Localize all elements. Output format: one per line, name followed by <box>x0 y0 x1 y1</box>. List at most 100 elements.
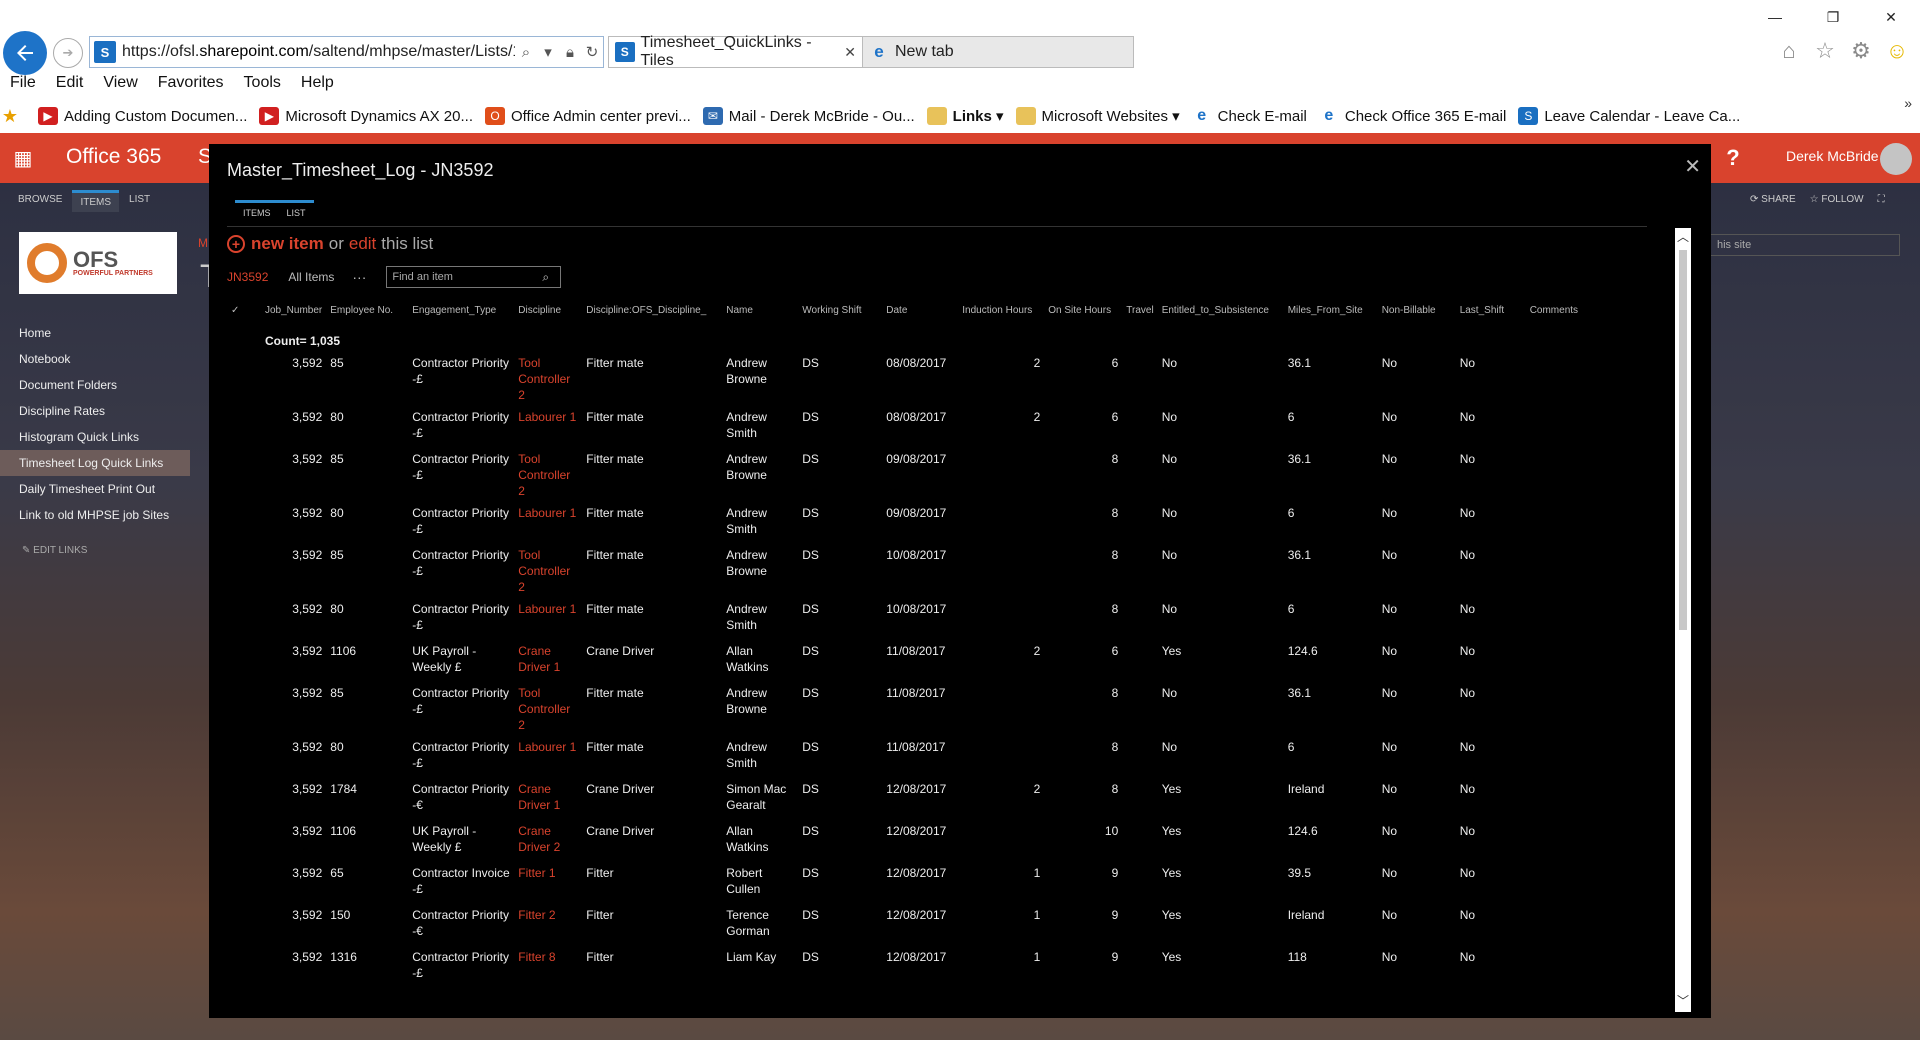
nav-notebook[interactable]: Notebook <box>0 346 190 372</box>
scroll-up-icon[interactable]: ︿ <box>1675 228 1691 248</box>
row-select-cell[interactable] <box>227 544 261 598</box>
column-header-working-shift[interactable]: Working Shift <box>798 290 882 330</box>
menu-favorites[interactable]: Favorites <box>148 74 234 96</box>
column-header-discipline[interactable]: Discipline <box>514 290 582 330</box>
cell-discipline[interactable]: Crane Driver 2 <box>514 820 582 862</box>
row-select-cell[interactable] <box>227 736 261 778</box>
search-icon[interactable]: ⌕ <box>515 44 537 61</box>
table-row[interactable]: 3,592 1106 UK Payroll - Weekly £ Crane Driv… <box>227 640 1586 682</box>
column-header-last-shift[interactable]: Last_Shift <box>1456 290 1526 330</box>
edit-links-button[interactable]: ✎ EDIT LINKS <box>22 545 87 556</box>
site-logo[interactable]: OFS POWERFUL PARTNERS <box>19 232 177 294</box>
fav-item[interactable]: ✉ Mail - Derek McBride - Ou... <box>702 107 915 125</box>
tab-list[interactable]: LIST <box>121 190 158 212</box>
row-select-cell[interactable] <box>227 862 261 904</box>
column-header-on-site-hours[interactable]: On Site Hours <box>1044 290 1122 330</box>
scroll-thumb[interactable] <box>1679 250 1687 630</box>
menu-edit[interactable]: Edit <box>46 74 94 96</box>
table-row[interactable]: 3,592 80 Contractor Priority -£ Labourer 1 F… <box>227 406 1586 448</box>
address-bar[interactable]: S https://ofsl.sharepoint.com/saltend/mh… <box>89 36 604 68</box>
table-row[interactable]: 3,592 80 Contractor Priority -£ Labourer 1 F… <box>227 736 1586 778</box>
dropdown-icon[interactable]: ▾ <box>537 43 559 61</box>
fav-folder-links[interactable]: Links ▾ <box>926 107 1004 125</box>
focus-icon[interactable]: ⛶ <box>1878 194 1885 205</box>
table-row[interactable]: 3,592 1316 Contractor Priority -£ Fitter 8 F… <box>227 946 1586 988</box>
fav-item[interactable]: ▶ Microsoft Dynamics AX 20... <box>259 107 473 125</box>
menu-help[interactable]: Help <box>291 74 344 96</box>
forward-button[interactable]: ➔ <box>53 38 83 68</box>
select-all-checkbox[interactable]: ✓ <box>227 290 261 330</box>
nav-discipline-rates[interactable]: Discipline Rates <box>0 398 190 424</box>
column-header-employee-no[interactable]: Employee No. <box>326 290 408 330</box>
table-row[interactable]: 3,592 85 Contractor Priority -£ Tool Contro… <box>227 544 1586 598</box>
row-select-cell[interactable] <box>227 946 261 988</box>
smiley-feedback-icon[interactable]: ☺ <box>1884 38 1910 64</box>
fav-item[interactable]: S Leave Calendar - Leave Ca... <box>1518 107 1740 125</box>
cell-discipline[interactable]: Crane Driver 1 <box>514 778 582 820</box>
table-row[interactable]: 3,592 80 Contractor Priority -£ Labourer 1 F… <box>227 598 1586 640</box>
row-select-cell[interactable] <box>227 778 261 820</box>
nav-document-folders[interactable]: Document Folders <box>0 372 190 398</box>
tab-items[interactable]: ITEMS <box>72 190 120 212</box>
favorites-star-icon[interactable]: ☆ <box>1812 38 1838 64</box>
close-tab-icon[interactable]: ✕ <box>844 44 856 61</box>
table-row[interactable]: 3,592 80 Contractor Priority -£ Labourer 1 F… <box>227 502 1586 544</box>
view-all-items[interactable]: All Items <box>288 270 334 284</box>
cell-discipline[interactable]: Labourer 1 <box>514 406 582 448</box>
table-row[interactable]: 3,592 85 Contractor Priority -£ Tool Contro… <box>227 352 1586 406</box>
nav-histogram-quick-links[interactable]: Histogram Quick Links <box>0 424 190 450</box>
tab-active[interactable]: S Timesheet_QuickLinks - Tiles ✕ <box>608 34 863 69</box>
follow-button[interactable]: ☆ FOLLOW <box>1810 194 1864 205</box>
user-name[interactable]: Derek McBride <box>1786 148 1879 164</box>
fav-item[interactable]: e Check Office 365 E-mail <box>1319 107 1506 125</box>
row-select-cell[interactable] <box>227 502 261 544</box>
cell-discipline[interactable]: Labourer 1 <box>514 598 582 640</box>
help-icon[interactable]: ? <box>1720 133 1746 183</box>
table-row[interactable]: 3,592 150 Contractor Priority -€ Fitter 2 Fi… <box>227 904 1586 946</box>
row-select-cell[interactable] <box>227 640 261 682</box>
lock-icon[interactable]: 🔒︎ <box>559 44 581 61</box>
column-header-miles-from-site[interactable]: Miles_From_Site <box>1284 290 1378 330</box>
tab-new[interactable]: e New tab <box>862 36 1134 68</box>
table-row[interactable]: 3,592 1784 Contractor Priority -€ Crane Dri… <box>227 778 1586 820</box>
row-select-cell[interactable] <box>227 598 261 640</box>
fav-item[interactable]: O Office Admin center previ... <box>484 107 691 125</box>
menu-file[interactable]: File <box>0 74 46 96</box>
favorites-star-button[interactable]: ★ <box>0 106 26 126</box>
cell-discipline[interactable]: Fitter 1 <box>514 862 582 904</box>
table-row[interactable]: 3,592 65 Contractor Invoice -£ Fitter 1 Fitt… <box>227 862 1586 904</box>
nav-timesheet-log-quick-links[interactable]: Timesheet Log Quick Links <box>0 450 190 476</box>
home-icon[interactable]: ⌂ <box>1776 38 1802 64</box>
table-row[interactable]: 3,592 85 Contractor Priority -£ Tool Contro… <box>227 448 1586 502</box>
chevron-more-icon[interactable]: » <box>1904 95 1912 111</box>
column-header-induction-hours[interactable]: Induction Hours <box>958 290 1044 330</box>
cell-discipline[interactable]: Tool Controller 2 <box>514 544 582 598</box>
close-icon[interactable]: ✕ <box>1684 154 1701 179</box>
cell-discipline[interactable]: Labourer 1 <box>514 736 582 778</box>
add-icon[interactable]: + <box>227 235 245 253</box>
row-select-cell[interactable] <box>227 682 261 736</box>
nav-old-mhpse-job-sites[interactable]: Link to old MHPSE job Sites <box>0 502 190 528</box>
avatar[interactable] <box>1880 143 1912 175</box>
nav-home[interactable]: Home <box>0 320 190 346</box>
column-header-comments[interactable]: Comments <box>1526 290 1586 330</box>
search-icon[interactable]: ⌕ <box>542 270 560 285</box>
new-item-link[interactable]: new item <box>251 234 324 254</box>
column-header-engagement-type[interactable]: Engagement_Type <box>408 290 514 330</box>
app-launcher-icon[interactable]: ▦ <box>0 133 46 183</box>
more-views-icon[interactable]: ··· <box>352 269 366 285</box>
cell-discipline[interactable]: Tool Controller 2 <box>514 682 582 736</box>
tab-browse[interactable]: BROWSE <box>10 190 70 212</box>
column-header-entitled-to-subsistence[interactable]: Entitled_to_Subsistence <box>1158 290 1284 330</box>
restore-button[interactable]: ❐ <box>1804 0 1862 34</box>
back-button[interactable] <box>3 31 47 75</box>
find-item-input[interactable]: Find an item ⌕ <box>386 266 562 288</box>
dialog-tab-items[interactable]: ITEMS <box>235 200 279 223</box>
share-button[interactable]: ⟳ SHARE <box>1750 194 1796 205</box>
cell-discipline[interactable]: Tool Controller 2 <box>514 448 582 502</box>
search-site-input[interactable]: his site <box>1710 234 1900 256</box>
cell-discipline[interactable]: Fitter 2 <box>514 904 582 946</box>
menu-view[interactable]: View <box>93 74 147 96</box>
cell-discipline[interactable]: Tool Controller 2 <box>514 352 582 406</box>
menu-tools[interactable]: Tools <box>234 74 291 96</box>
